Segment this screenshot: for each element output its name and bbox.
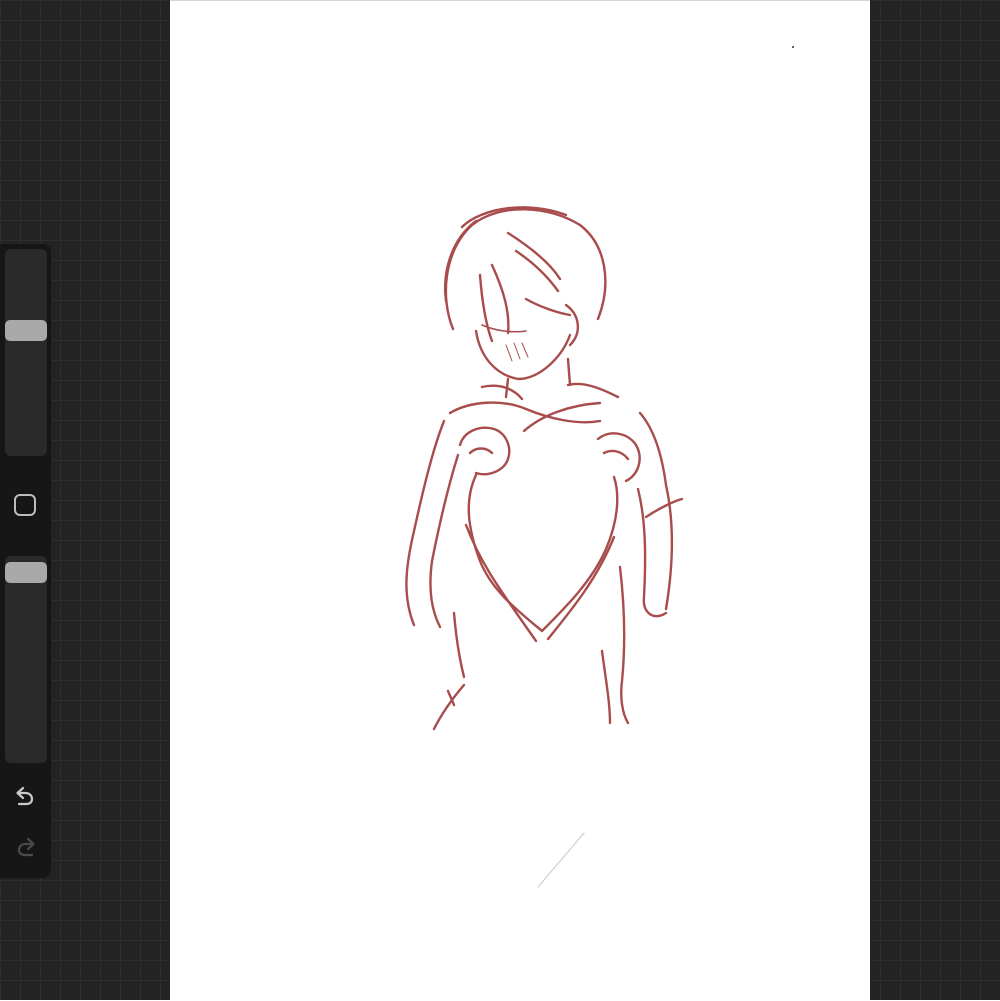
sketch-stroke [514, 249, 560, 293]
undo-button[interactable] [10, 779, 41, 810]
sketch-dot [792, 46, 794, 48]
redo-button[interactable] [10, 830, 41, 861]
square-outline-icon[interactable] [14, 494, 36, 516]
sketch-stroke [405, 419, 446, 627]
sketch-stroke [468, 447, 494, 455]
sketch-stroke [506, 231, 562, 281]
sketch-stroke [566, 357, 572, 387]
brush-size-slider[interactable] [5, 249, 47, 456]
sketch-stroke [444, 219, 478, 303]
brush-opacity-slider-thumb[interactable] [5, 561, 47, 583]
sketch-stroke [524, 297, 572, 317]
sketch-stroke [490, 263, 510, 335]
drawing-canvas[interactable] [170, 0, 870, 1000]
sketch-stroke [602, 449, 630, 461]
sketch-stroke [644, 497, 684, 519]
sketch-stroke [478, 273, 494, 343]
sketch-stroke [522, 401, 602, 433]
sketch-stroke [537, 832, 585, 888]
sketch-stroke [467, 473, 619, 633]
sketch-stroke [480, 384, 524, 401]
sketch-stroke [505, 342, 529, 362]
workspace-background[interactable] [0, 0, 1000, 1000]
sketch-stroke [566, 382, 620, 399]
sidebar-toolbar [0, 244, 51, 878]
sketch-stroke [452, 611, 466, 679]
sketch-stroke [429, 453, 460, 629]
sketch-stroke [464, 523, 538, 643]
sketch-stroke [458, 426, 511, 476]
brush-opacity-slider[interactable] [5, 556, 47, 763]
sketch-artwork [405, 46, 794, 888]
redo-arrow-icon [17, 837, 35, 857]
sketch-stroke [596, 432, 641, 483]
sketch-stroke [600, 649, 612, 725]
brush-size-slider-thumb[interactable] [5, 319, 47, 341]
undo-arrow-icon [16, 786, 34, 806]
sketch-stroke [618, 565, 630, 725]
